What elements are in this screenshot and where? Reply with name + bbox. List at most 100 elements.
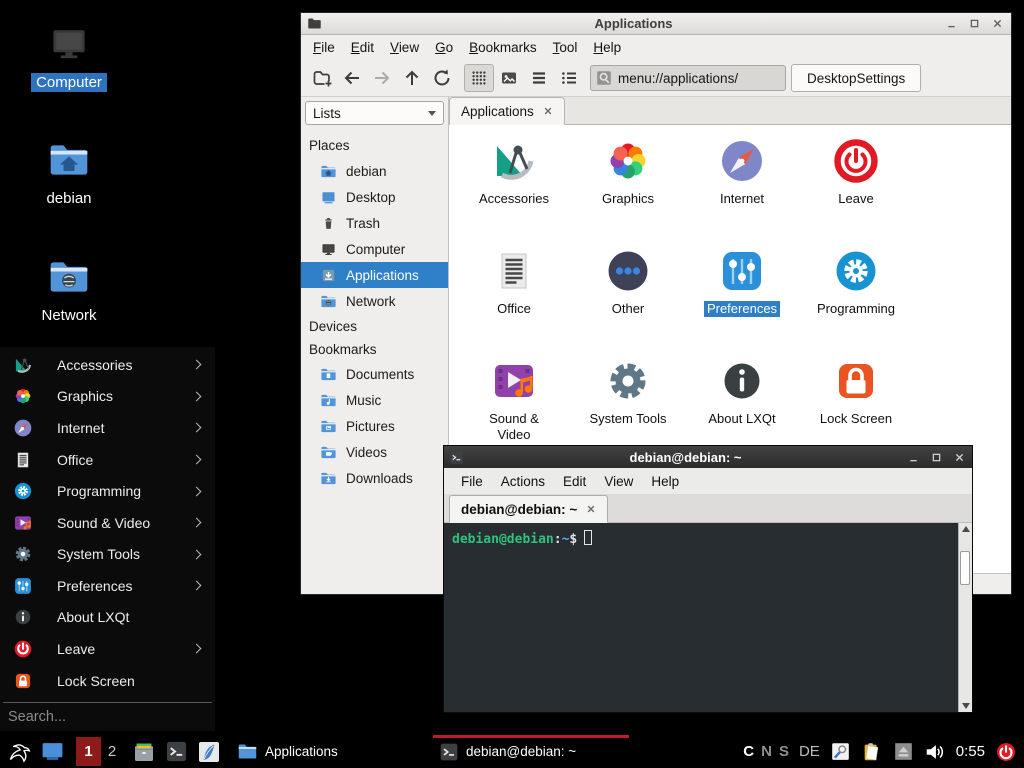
up-icon[interactable] (397, 64, 427, 92)
reload-icon[interactable] (427, 64, 457, 92)
sidebar-item-music[interactable]: Music (305, 387, 444, 413)
menu-search-input[interactable]: Search... (0, 703, 215, 731)
terminal-screen[interactable]: debian@debian:~$ (444, 523, 958, 712)
thumbnail-view-icon[interactable] (494, 64, 524, 92)
terminal-tab[interactable]: debian@debian: ~ (449, 495, 608, 523)
task-terminal[interactable]: debian@debian: ~ (433, 735, 629, 768)
menu-item-preferences[interactable]: Preferences (0, 570, 215, 602)
app-item-office[interactable]: Office (457, 243, 571, 353)
menu-help[interactable]: Help (642, 470, 688, 493)
desktop-icon-debian[interactable]: debian (21, 138, 117, 208)
minimize-icon[interactable] (945, 18, 957, 30)
maximize-icon[interactable] (930, 451, 942, 463)
lock-screen-icon (13, 671, 33, 691)
num-indicator: N (761, 743, 772, 760)
app-item-preferences[interactable]: Preferences (685, 243, 799, 353)
menu-view[interactable]: View (382, 37, 427, 58)
fm-titlebar[interactable]: Applications (301, 13, 1011, 35)
menu-item-leave[interactable]: Leave (0, 633, 215, 665)
sidebar-item-network[interactable]: Network (305, 288, 444, 314)
show-desktop-button[interactable] (36, 735, 68, 768)
app-item-graphics[interactable]: Graphics (571, 133, 685, 243)
back-icon[interactable] (337, 64, 367, 92)
menu-view[interactable]: View (595, 470, 642, 493)
scroll-down-icon[interactable] (962, 703, 970, 709)
sidebar-item-desktop[interactable]: Desktop (305, 184, 444, 210)
clipboard-tray-icon[interactable] (861, 741, 883, 763)
menu-help[interactable]: Help (585, 37, 629, 58)
terminal-scrollbar[interactable] (958, 523, 972, 712)
leave-icon (13, 639, 33, 659)
close-icon[interactable] (953, 451, 965, 463)
menu-edit[interactable]: Edit (343, 37, 382, 58)
tab-close-icon[interactable] (586, 504, 596, 514)
menu-item-programming[interactable]: Programming (0, 475, 215, 507)
pager-desktop-1[interactable]: 1 (76, 737, 101, 766)
tab-close-icon[interactable] (543, 106, 553, 116)
graphics-icon (13, 386, 33, 406)
sidebar-item-downloads[interactable]: Downloads (305, 465, 444, 491)
path-bar[interactable]: menu://applications/ (590, 65, 786, 91)
menu-item-lock-screen[interactable]: Lock Screen (0, 665, 215, 697)
menu-item-office[interactable]: Office (0, 444, 215, 476)
terminal-titlebar[interactable]: debian@debian: ~ (444, 446, 972, 468)
menu-edit[interactable]: Edit (554, 470, 595, 493)
sidebar-mode-select[interactable]: Lists (305, 101, 444, 125)
app-item-internet[interactable]: Internet (685, 133, 799, 243)
menu-item-graphics[interactable]: Graphics (0, 381, 215, 413)
tab-label: debian@debian: ~ (461, 502, 577, 517)
sidebar-item-videos[interactable]: Videos (305, 439, 444, 465)
menu-file[interactable]: File (452, 470, 492, 493)
terminal-window-title: debian@debian: ~ (464, 450, 907, 465)
scroll-up-icon[interactable] (962, 526, 970, 532)
sidebar-item-documents[interactable]: Documents (305, 361, 444, 387)
volume-icon[interactable] (924, 741, 946, 763)
sidebar-item-computer[interactable]: Computer (305, 236, 444, 262)
network-folder-icon (320, 293, 337, 310)
app-item-other[interactable]: Other (571, 243, 685, 353)
desktop-icon-computer[interactable]: Computer (21, 22, 117, 92)
app-item-programming[interactable]: Programming (799, 243, 913, 353)
screenshot-tray-icon[interactable] (830, 741, 851, 762)
menu-item-about-lxqt[interactable]: About LXQt (0, 602, 215, 634)
internet-icon (718, 137, 766, 185)
app-item-accessories[interactable]: Accessories (457, 133, 571, 243)
scrollbar-thumb[interactable] (960, 551, 970, 585)
file-manager-launcher-icon[interactable] (132, 740, 156, 764)
forward-icon[interactable] (367, 64, 397, 92)
close-icon[interactable] (991, 18, 1003, 30)
sidebar-item-applications[interactable]: Applications (301, 262, 448, 288)
menu-item-system-tools[interactable]: System Tools (0, 538, 215, 570)
app-item-leave[interactable]: Leave (799, 133, 913, 243)
clock[interactable]: 0:55 (956, 743, 985, 760)
power-button-icon[interactable] (995, 741, 1017, 763)
menu-tool[interactable]: Tool (545, 37, 586, 58)
maximize-icon[interactable] (968, 18, 980, 30)
detailed-view-icon[interactable] (554, 64, 584, 92)
tab-applications[interactable]: Applications (449, 97, 565, 125)
menu-actions[interactable]: Actions (492, 470, 554, 493)
pager-desktop-2[interactable]: 2 (101, 737, 123, 766)
menu-go[interactable]: Go (427, 37, 461, 58)
new-tab-icon[interactable] (307, 64, 337, 92)
task-applications[interactable]: Applications (231, 735, 433, 768)
menu-bookmarks[interactable]: Bookmarks (461, 37, 545, 58)
menu-file[interactable]: File (305, 37, 343, 58)
sidebar-item-pictures[interactable]: Pictures (305, 413, 444, 439)
eject-tray-icon[interactable] (893, 741, 914, 762)
menu-item-internet[interactable]: Internet (0, 412, 215, 444)
icon-view-icon[interactable] (464, 64, 494, 92)
sidebar-item-trash[interactable]: Trash (305, 210, 444, 236)
minimize-icon[interactable] (907, 451, 919, 463)
tab-label: Applications (461, 104, 534, 119)
featherpad-launcher-icon[interactable] (197, 740, 221, 764)
terminal-launcher-icon[interactable] (165, 740, 188, 763)
compact-view-icon[interactable] (524, 64, 554, 92)
start-menu-button[interactable] (0, 735, 36, 768)
sidebar-item-debian[interactable]: debian (305, 158, 444, 184)
menu-item-accessories[interactable]: Accessories (0, 349, 215, 381)
desktop-icon-network[interactable]: Network (21, 255, 117, 325)
menu-item-sound-video[interactable]: Sound & Video (0, 507, 215, 539)
keyboard-layout[interactable]: DE (799, 743, 820, 760)
desktop-settings-button[interactable]: DesktopSettings (791, 64, 921, 92)
